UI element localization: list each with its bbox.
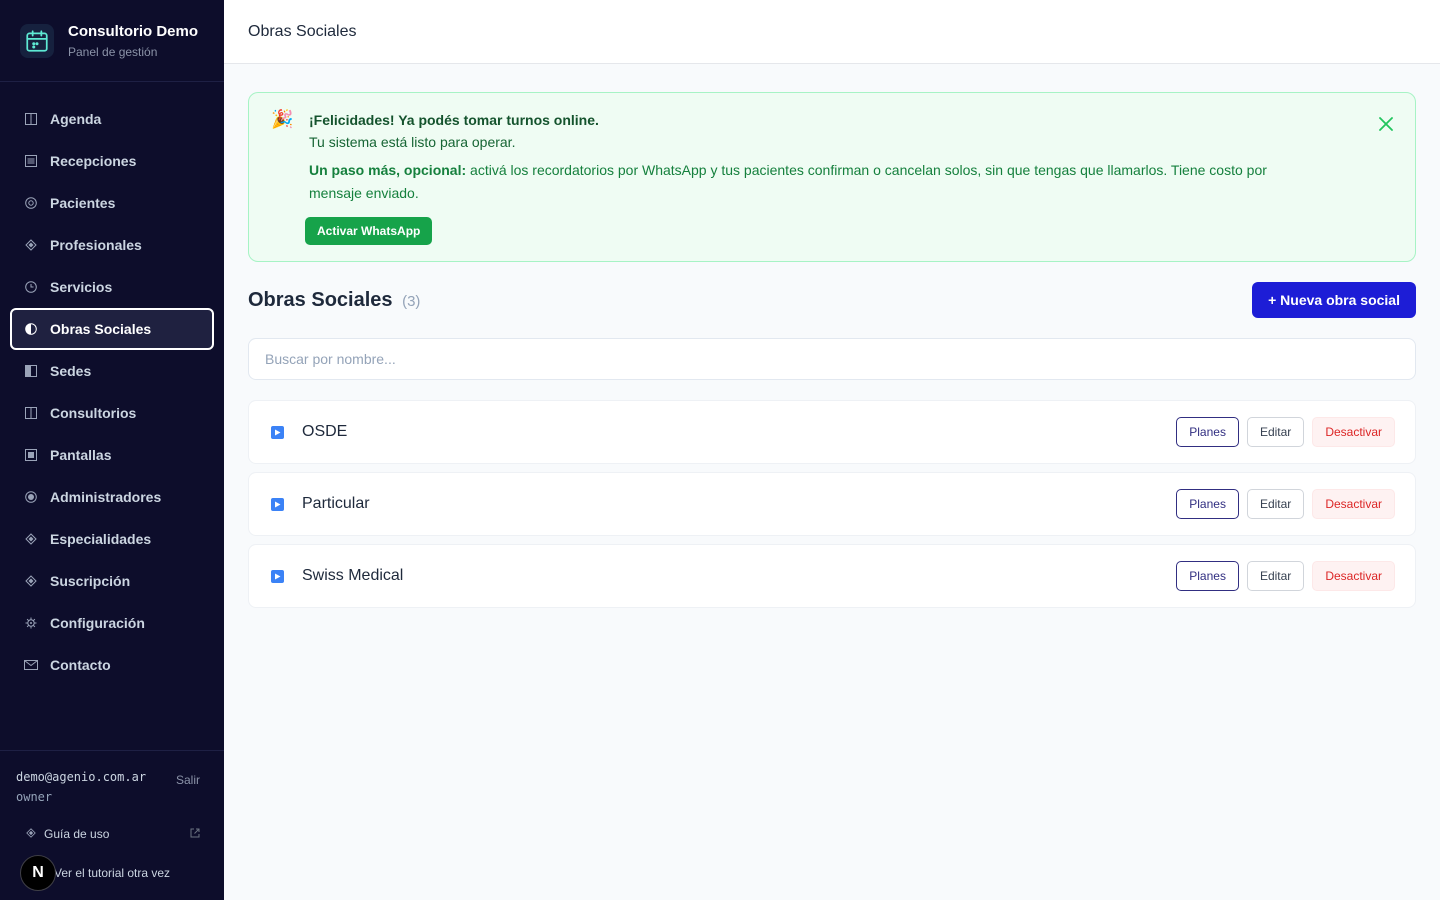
sidebar-item-pacientes[interactable]: Pacientes <box>10 182 214 224</box>
tutorial-label: Ver el tutorial otra vez <box>54 866 171 880</box>
deactivate-button[interactable]: Desactivar <box>1312 489 1395 519</box>
brand-title: Consultorio Demo <box>68 22 198 40</box>
sidebar-item-label: Pacientes <box>50 195 116 211</box>
banner-text: Un paso más, opcional: activá los record… <box>309 159 1319 205</box>
sidebar-item-label: Configuración <box>50 615 145 631</box>
banner-text-strong: Un paso más, opcional: <box>309 162 467 178</box>
sidebar-item-label: Administradores <box>50 489 162 505</box>
section-count: (3) <box>402 292 421 310</box>
party-icon: 🎉 <box>271 109 294 129</box>
topbar: Obras Sociales <box>224 0 1440 64</box>
sidebar-item-label: Suscripción <box>50 573 131 589</box>
main-content: 🎉 ¡Felicidades! Ya podés tomar turnos on… <box>248 92 1416 616</box>
half-circle-icon <box>24 322 38 336</box>
sidebar-item-administradores[interactable]: Administradores <box>10 476 214 518</box>
list-item[interactable]: OSDE Planes Editar Desactivar <box>248 400 1416 464</box>
diamond-icon <box>24 238 38 252</box>
target-icon <box>24 196 38 210</box>
next-badge[interactable]: N <box>20 855 56 891</box>
success-banner: 🎉 ¡Felicidades! Ya podés tomar turnos on… <box>248 92 1416 262</box>
user-info: demo@agenio.com.ar owner Salir <box>0 751 224 807</box>
list-icon <box>24 154 38 168</box>
external-link-icon <box>190 827 200 841</box>
list-item[interactable]: Particular Planes Editar Desactivar <box>248 472 1416 536</box>
deactivate-button[interactable]: Desactivar <box>1312 561 1395 591</box>
sidebar-item-label: Servicios <box>50 279 113 295</box>
obras-sociales-list: OSDE Planes Editar Desactivar Particular… <box>248 400 1416 608</box>
sidebar-item-label: Obras Sociales <box>50 321 152 337</box>
sidebar-item-label: Consultorios <box>50 405 137 421</box>
half-square-icon <box>24 364 38 378</box>
square-icon <box>24 448 38 462</box>
page-title: Obras Sociales <box>248 22 357 40</box>
calendar-icon <box>20 23 54 58</box>
sidebar-item-servicios[interactable]: Servicios <box>10 266 214 308</box>
edit-button[interactable]: Editar <box>1246 561 1305 591</box>
activate-whatsapp-button[interactable]: Activar WhatsApp <box>305 217 433 245</box>
sidebar-item-label: Pantallas <box>50 447 112 463</box>
clock-icon <box>24 280 38 294</box>
diamond-icon <box>26 827 36 841</box>
columns-icon <box>24 406 38 420</box>
sidebar-item-suscripcion[interactable]: Suscripción <box>10 560 214 602</box>
sidebar-nav: Agenda Recepciones Pacientes Profesional… <box>0 82 224 686</box>
banner-title: ¡Felicidades! Ya podés tomar turnos onli… <box>309 112 599 128</box>
planes-button[interactable]: Planes <box>1176 417 1239 447</box>
section-header: Obras Sociales (3) + Nueva obra social <box>248 282 1416 318</box>
sidebar-item-recepciones[interactable]: Recepciones <box>10 140 214 182</box>
new-obra-social-button[interactable]: + Nueva obra social <box>1252 282 1416 318</box>
logout-button[interactable]: Salir <box>176 773 200 807</box>
sidebar-item-label: Sedes <box>50 363 92 379</box>
diamond-icon <box>24 532 38 546</box>
sidebar-item-especialidades[interactable]: Especialidades <box>10 518 214 560</box>
list-item[interactable]: Swiss Medical Planes Editar Desactivar <box>248 544 1416 608</box>
sidebar-item-configuracion[interactable]: Configuración <box>10 602 214 644</box>
guide-label: Guía de uso <box>44 827 110 841</box>
sidebar-item-profesionales[interactable]: Profesionales <box>10 224 214 266</box>
play-icon[interactable] <box>271 497 284 511</box>
sidebar: Consultorio Demo Panel de gestión Agenda… <box>0 0 224 900</box>
tutorial-link[interactable]: N Ver el tutorial otra vez <box>0 855 224 891</box>
planes-button[interactable]: Planes <box>1176 561 1239 591</box>
columns-icon <box>24 112 38 126</box>
sidebar-item-sedes[interactable]: Sedes <box>10 350 214 392</box>
sidebar-item-label: Profesionales <box>50 237 142 253</box>
banner-subtitle: Tu sistema está listo para operar. <box>309 134 516 150</box>
planes-button[interactable]: Planes <box>1176 489 1239 519</box>
section-title-text: Obras Sociales <box>248 288 393 311</box>
brand: Consultorio Demo Panel de gestión <box>0 0 224 82</box>
close-icon[interactable] <box>1375 113 1397 135</box>
deactivate-button[interactable]: Desactivar <box>1312 417 1395 447</box>
section-title: Obras Sociales (3) <box>248 289 420 312</box>
sidebar-item-label: Especialidades <box>50 531 152 547</box>
sidebar-item-label: Recepciones <box>50 153 137 169</box>
user-role: owner <box>16 790 53 804</box>
sidebar-item-pantallas[interactable]: Pantallas <box>10 434 214 476</box>
brand-subtitle: Panel de gestión <box>68 44 158 59</box>
play-icon[interactable] <box>271 425 284 439</box>
row-name: Swiss Medical <box>302 567 404 584</box>
edit-button[interactable]: Editar <box>1246 417 1305 447</box>
radio-icon <box>24 490 38 504</box>
diamond-icon <box>24 574 38 588</box>
row-name: Particular <box>302 495 370 512</box>
search-input[interactable] <box>248 338 1416 380</box>
sidebar-item-label: Agenda <box>50 111 102 127</box>
sidebar-item-consultorios[interactable]: Consultorios <box>10 392 214 434</box>
sidebar-item-label: Contacto <box>50 657 111 673</box>
mail-icon <box>24 658 38 672</box>
user-email: demo@agenio.com.ar <box>16 770 147 784</box>
guide-link[interactable]: Guía de uso <box>0 827 224 841</box>
sidebar-item-agenda[interactable]: Agenda <box>10 98 214 140</box>
gear-icon <box>24 616 38 630</box>
row-name: OSDE <box>302 423 348 440</box>
sidebar-item-obras-sociales[interactable]: Obras Sociales <box>10 308 214 350</box>
edit-button[interactable]: Editar <box>1246 489 1305 519</box>
play-icon[interactable] <box>271 569 284 583</box>
sidebar-footer: demo@agenio.com.ar owner Salir Guía de u… <box>0 750 224 900</box>
sidebar-item-contacto[interactable]: Contacto <box>10 644 214 686</box>
